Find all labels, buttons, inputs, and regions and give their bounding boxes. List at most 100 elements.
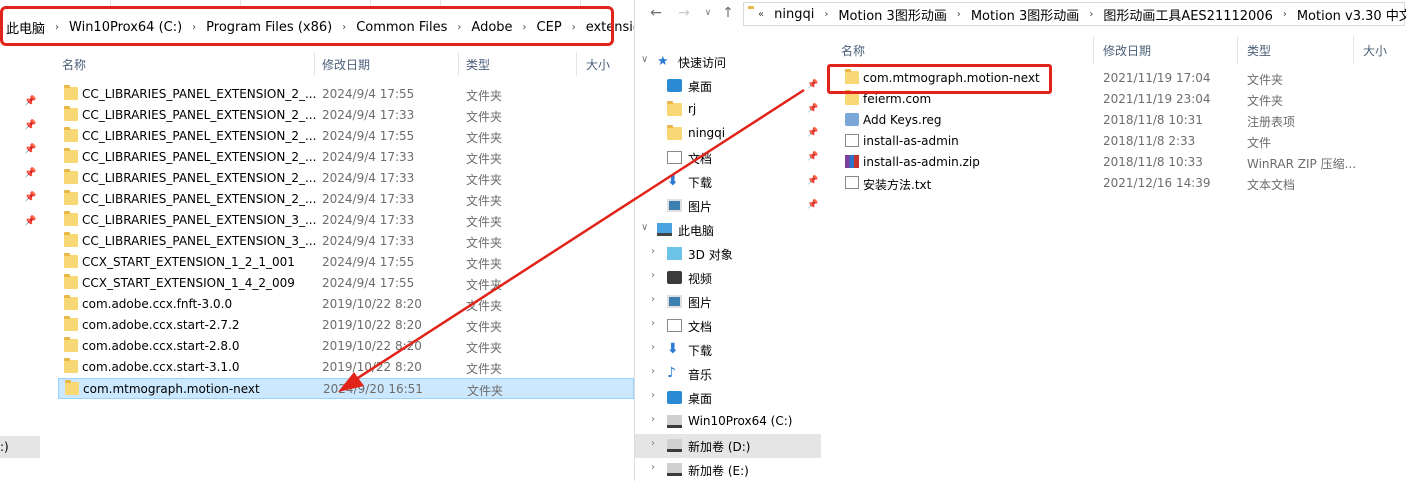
column-divider[interactable] <box>458 52 459 76</box>
expand-chevron-icon[interactable]: › <box>651 462 655 473</box>
table-row[interactable]: Add Keys.reg 2018/11/8 10:31 注册表项 <box>839 110 1406 131</box>
nav-item[interactable]: › Win10Prox64 (C:) <box>635 410 821 434</box>
nav-item-label: 快速访问 <box>678 56 727 70</box>
table-row[interactable]: com.adobe.ccx.start-3.1.0 2019/10/22 8:20… <box>58 357 634 378</box>
column-header-size[interactable]: 大小 <box>1363 42 1387 59</box>
table-row[interactable]: CC_LIBRARIES_PANEL_EXTENSION_2_... 2024/9… <box>58 105 634 126</box>
column-header-size[interactable]: 大小 <box>586 56 610 73</box>
table-row[interactable]: com.mtmograph.motion-next 2024/9/20 16:51… <box>58 378 634 399</box>
drive-nav-item[interactable]: :) <box>0 436 40 458</box>
nav-item[interactable]: ningqi 📌 <box>635 122 821 146</box>
folder-icon <box>64 127 78 142</box>
table-row[interactable]: CC_LIBRARIES_PANEL_EXTENSION_2_... 2024/9… <box>58 126 634 147</box>
overflow-icon[interactable]: « <box>754 9 768 20</box>
nav-item-label: 新加卷 (E:) <box>688 464 749 478</box>
nav-item[interactable]: › 文档 <box>635 314 821 338</box>
table-row[interactable]: CCX_START_EXTENSION_1_2_1_001 2024/9/4 17… <box>58 252 634 273</box>
left-explorer-window: 此电脑 › Win10Prox64 (C:) › Program Files (… <box>0 0 634 481</box>
column-divider[interactable] <box>1237 36 1238 64</box>
table-row[interactable]: CC_LIBRARIES_PANEL_EXTENSION_2_... 2024/9… <box>58 189 634 210</box>
back-arrow-icon[interactable]: ← <box>647 4 665 22</box>
expand-chevron-icon[interactable]: › <box>651 366 655 377</box>
table-row[interactable]: com.adobe.ccx.start-2.7.2 2019/10/22 8:20… <box>58 315 634 336</box>
nav-item[interactable]: rj 📌 <box>635 98 821 122</box>
forward-arrow-icon[interactable]: → <box>675 4 693 22</box>
folder-icon <box>64 148 78 163</box>
expand-chevron-icon[interactable]: › <box>651 270 655 281</box>
nav-item-label: Win10Prox64 (C:) <box>688 414 793 428</box>
table-row[interactable]: CC_LIBRARIES_PANEL_EXTENSION_2_... 2024/9… <box>58 84 634 105</box>
file-type: 文件 <box>1247 136 1272 150</box>
file-type: 文件夹 <box>466 110 503 124</box>
expand-chevron-icon[interactable]: › <box>651 438 655 449</box>
expand-chevron-icon[interactable]: › <box>651 294 655 305</box>
nav-item[interactable]: › 3D 对象 <box>635 242 821 266</box>
table-row[interactable]: CCX_START_EXTENSION_1_4_2_009 2024/9/4 17… <box>58 273 634 294</box>
file-name: com.mtmograph.motion-next <box>83 382 260 396</box>
column-divider[interactable] <box>1353 36 1354 64</box>
nav-item[interactable]: 文档 📌 <box>635 146 821 170</box>
table-row[interactable]: install-as-admin.zip 2018/11/8 10:33 WinRA… <box>839 152 1406 173</box>
table-row[interactable]: install-as-admin 2018/11/8 2:33 文件 <box>839 131 1406 152</box>
file-name: 安装方法.txt <box>863 178 932 192</box>
pin-icon: 📌 <box>807 200 819 210</box>
pin-icon: 📌 <box>24 192 37 203</box>
navigation-toolbar: ← → ∨ ↑ « ningqi › Motion 3图形动画 › Motion… <box>635 0 1406 28</box>
up-arrow-icon[interactable]: ↑ <box>719 4 737 22</box>
pin-icon: 📌 <box>24 144 37 155</box>
expand-chevron-icon[interactable]: › <box>651 414 655 425</box>
nav-item-label: 文档 <box>688 320 713 334</box>
nav-item[interactable]: ⬇ 下载 📌 <box>635 170 821 194</box>
expand-chevron-icon[interactable]: ∨ <box>641 222 648 233</box>
nav-item[interactable]: › 桌面 <box>635 386 821 410</box>
column-header-type[interactable]: 类型 <box>1247 42 1271 59</box>
file-name: CC_LIBRARIES_PANEL_EXTENSION_2_... <box>82 87 317 101</box>
nav-item[interactable]: 桌面 📌 <box>635 74 821 98</box>
expand-chevron-icon[interactable]: ∨ <box>641 54 648 65</box>
breadcrumb-ningqi[interactable]: ningqi <box>768 7 820 22</box>
folder-icon <box>64 337 78 352</box>
table-row[interactable]: com.adobe.ccx.fnft-3.0.0 2019/10/22 8:20 文… <box>58 294 634 315</box>
nav-item[interactable]: › 新加卷 (E:) <box>635 458 821 481</box>
nav-item[interactable]: › 新加卷 (D:) <box>635 434 821 458</box>
file-icon <box>845 134 859 147</box>
table-row[interactable]: CC_LIBRARIES_PANEL_EXTENSION_2_... 2024/9… <box>58 168 634 189</box>
breadcrumb-motion-3-b[interactable]: Motion 3图形动画 <box>965 5 1085 24</box>
table-row[interactable]: com.adobe.ccx.start-2.8.0 2019/10/22 8:20… <box>58 336 634 357</box>
nav-item[interactable]: › ⬇ 下载 <box>635 338 821 362</box>
file-type: 文件夹 <box>466 257 503 271</box>
column-divider[interactable] <box>314 52 315 76</box>
expand-chevron-icon[interactable]: › <box>651 246 655 257</box>
file-type: 文件夹 <box>467 384 504 398</box>
column-header-name[interactable]: 名称 <box>841 42 865 59</box>
column-header-type[interactable]: 类型 <box>466 56 490 73</box>
expand-chevron-icon[interactable]: › <box>651 390 655 401</box>
table-row[interactable]: CC_LIBRARIES_PANEL_EXTENSION_3_... 2024/9… <box>58 231 634 252</box>
recent-dropdown-icon[interactable]: ∨ <box>699 4 717 22</box>
file-type: 文件夹 <box>466 299 503 313</box>
file-date: 2024/9/4 17:33 <box>322 171 415 185</box>
breadcrumb-motion-3-a[interactable]: Motion 3图形动画 <box>832 5 952 24</box>
nav-item[interactable]: ∨ 此电脑 <box>635 218 821 242</box>
column-header-name[interactable]: 名称 <box>62 56 86 73</box>
nav-item[interactable]: › ♪ 音乐 <box>635 362 821 386</box>
nav-item[interactable]: 图片 📌 <box>635 194 821 218</box>
table-row[interactable]: 安装方法.txt 2021/12/16 14:39 文本文档 <box>839 173 1406 194</box>
folder-icon <box>64 358 78 373</box>
breadcrumb-aes-tool[interactable]: 图形动画工具AES21112006 <box>1097 5 1279 24</box>
file-type: 文件夹 <box>466 362 503 376</box>
column-header-date[interactable]: 修改日期 <box>1103 42 1151 59</box>
nav-item[interactable]: › 视频 <box>635 266 821 290</box>
table-row[interactable]: CC_LIBRARIES_PANEL_EXTENSION_2_... 2024/9… <box>58 147 634 168</box>
column-header-date[interactable]: 修改日期 <box>322 56 370 73</box>
nav-item[interactable]: ∨ ★ 快速访问 <box>635 50 821 74</box>
address-bar[interactable]: « ningqi › Motion 3图形动画 › Motion 3图形动画 ›… <box>743 2 1406 26</box>
file-type: 文件夹 <box>466 215 503 229</box>
expand-chevron-icon[interactable]: › <box>651 318 655 329</box>
table-row[interactable]: CC_LIBRARIES_PANEL_EXTENSION_3_... 2024/9… <box>58 210 634 231</box>
column-divider[interactable] <box>576 52 577 76</box>
expand-chevron-icon[interactable]: › <box>651 342 655 353</box>
nav-item[interactable]: › 图片 <box>635 290 821 314</box>
column-divider[interactable] <box>1093 36 1094 64</box>
breadcrumb-motion-v330[interactable]: Motion v3.30 中文版 <box>1291 5 1406 24</box>
